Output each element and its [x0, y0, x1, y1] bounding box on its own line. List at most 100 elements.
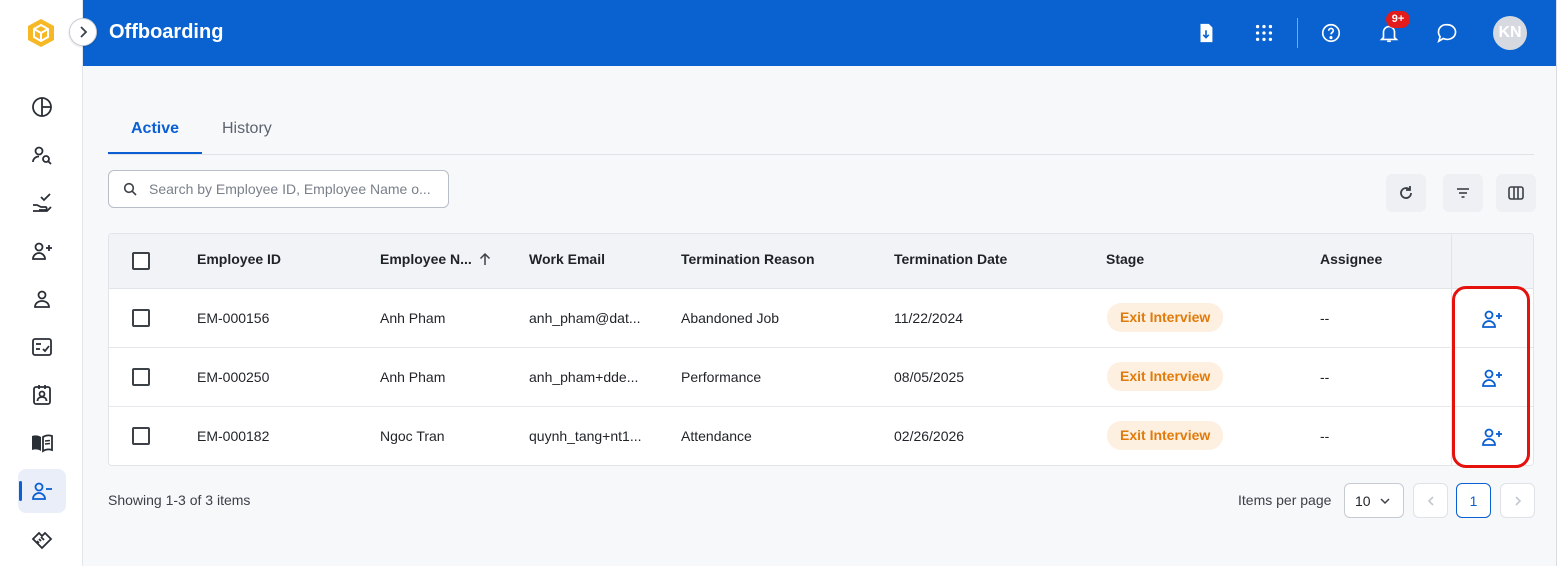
file-download-icon: [1200, 23, 1213, 43]
chevron-right-icon: [80, 26, 88, 38]
tab-history[interactable]: History: [199, 120, 295, 154]
column-header-termination-reason[interactable]: Termination Reason: [681, 251, 815, 267]
chevron-right-icon: [1514, 495, 1521, 506]
sidebar-item-add-user[interactable]: [18, 229, 66, 273]
action-column-header: [1451, 234, 1533, 288]
cell-employee-id: EM-000182: [197, 428, 270, 444]
cell-work-email: anh_pham@dat...: [529, 310, 641, 326]
cell-employee-name: Anh Pham: [380, 369, 446, 385]
user-add-icon: [32, 242, 52, 260]
checklist-icon: [32, 338, 52, 356]
avatar[interactable]: KN: [1493, 16, 1527, 50]
handshake-icon: [31, 531, 53, 550]
sidebar: [0, 0, 83, 566]
refresh-button[interactable]: [1386, 174, 1426, 212]
stage-badge: Exit Interview: [1107, 303, 1224, 332]
columns-icon: [1508, 186, 1524, 200]
row-checkbox[interactable]: [132, 309, 150, 327]
cell-employee-name: Anh Pham: [380, 310, 446, 326]
column-header-work-email[interactable]: Work Email: [529, 251, 605, 267]
cell-employee-id: EM-000156: [197, 310, 270, 326]
stage-badge: Exit Interview: [1107, 421, 1224, 450]
next-page-button[interactable]: [1500, 483, 1535, 518]
cell-termination-reason: Performance: [681, 369, 762, 385]
sidebar-item-user-search[interactable]: [18, 133, 66, 177]
cell-termination-date: 11/22/2024: [894, 310, 964, 326]
cell-assignee: --: [1320, 310, 1330, 326]
apps-button[interactable]: [1249, 18, 1279, 48]
search-box: [108, 170, 449, 208]
select-all-checkbox[interactable]: [132, 252, 150, 270]
user-add-icon: [1482, 428, 1502, 446]
sidebar-item-handshake[interactable]: [18, 517, 66, 561]
book-icon: [32, 434, 53, 453]
offboarding-table: Employee ID Employee N... Work Email Ter…: [108, 233, 1534, 466]
top-bar: Offboarding 9+ KN: [83, 0, 1562, 66]
column-header-termination-date[interactable]: Termination Date: [894, 251, 1007, 267]
header-divider: [1297, 18, 1298, 48]
refresh-icon: [1400, 186, 1412, 199]
assign-user-button[interactable]: [1479, 365, 1505, 391]
cell-employee-id: EM-000250: [197, 369, 270, 385]
sidebar-item-offboarding[interactable]: [18, 469, 66, 513]
table-row[interactable]: EM-000156 Anh Pham anh_pham@dat... Aband…: [109, 289, 1533, 348]
columns-button[interactable]: [1496, 174, 1536, 212]
action-cell: [1451, 348, 1533, 406]
user-add-icon: [1482, 369, 1502, 387]
column-header-employee-name[interactable]: Employee N...: [380, 251, 492, 267]
sort-ascending-icon[interactable]: [478, 252, 492, 266]
page-number-button[interactable]: 1: [1456, 483, 1491, 518]
cell-assignee: --: [1320, 369, 1330, 385]
cell-termination-reason: Attendance: [681, 428, 752, 444]
stage-badge: Exit Interview: [1107, 362, 1224, 391]
tab-bar: Active History: [108, 110, 1534, 155]
help-button[interactable]: [1316, 18, 1346, 48]
items-count-text: Showing 1-3 of 3 items: [108, 492, 251, 508]
row-checkbox[interactable]: [132, 427, 150, 445]
items-per-page-value: 10: [1355, 492, 1371, 509]
column-header-assignee[interactable]: Assignee: [1320, 251, 1382, 267]
chevron-left-icon: [1427, 495, 1434, 506]
column-header-stage[interactable]: Stage: [1106, 251, 1144, 267]
user-search-icon: [32, 146, 52, 165]
chat-button[interactable]: [1432, 18, 1462, 48]
column-header-employee-id[interactable]: Employee ID: [197, 251, 281, 267]
download-button[interactable]: [1191, 18, 1221, 48]
sidebar-item-book[interactable]: [18, 421, 66, 465]
action-cell: [1451, 289, 1533, 347]
user-add-icon: [1482, 310, 1502, 328]
table-row[interactable]: EM-000182 Ngoc Tran quynh_tang+nt1... At…: [109, 407, 1533, 465]
assign-user-button[interactable]: [1479, 306, 1505, 332]
logo-icon[interactable]: [26, 18, 56, 48]
table-row[interactable]: EM-000250 Anh Pham anh_pham+dde... Perfo…: [109, 348, 1533, 407]
sidebar-item-dashboard[interactable]: [18, 85, 66, 129]
cell-termination-date: 02/26/2026: [894, 428, 965, 444]
column-header-employee-name-label: Employee N...: [380, 251, 472, 267]
sidebar-collapse-button[interactable]: [69, 18, 97, 46]
badge-icon: [33, 385, 51, 405]
task-hand-icon: [33, 193, 52, 212]
cell-employee-name: Ngoc Tran: [380, 428, 445, 444]
filter-button[interactable]: [1443, 174, 1483, 212]
sidebar-item-checklist[interactable]: [18, 325, 66, 369]
cell-work-email: anh_pham+dde...: [529, 369, 639, 385]
page-title: Offboarding: [109, 21, 224, 43]
cell-termination-reason: Abandoned Job: [681, 310, 780, 326]
search-input[interactable]: [149, 181, 439, 197]
sidebar-item-user[interactable]: [18, 277, 66, 321]
notification-badge: 9+: [1386, 11, 1410, 28]
row-checkbox[interactable]: [132, 368, 150, 386]
items-per-page-select[interactable]: 10: [1344, 483, 1404, 518]
user-icon: [34, 290, 50, 308]
assign-user-button[interactable]: [1479, 424, 1505, 450]
sidebar-item-tasks[interactable]: [18, 181, 66, 225]
tab-active[interactable]: Active: [108, 120, 203, 154]
dashboard-icon: [32, 97, 52, 117]
cell-work-email: quynh_tang+nt1...: [529, 428, 642, 444]
sidebar-item-badge[interactable]: [18, 373, 66, 417]
apps-grid-icon: [1255, 24, 1273, 42]
scrollbar-track: [1556, 0, 1562, 566]
chevron-down-icon: [1380, 497, 1390, 504]
items-per-page-label: Items per page: [1238, 492, 1332, 508]
previous-page-button[interactable]: [1413, 483, 1448, 518]
